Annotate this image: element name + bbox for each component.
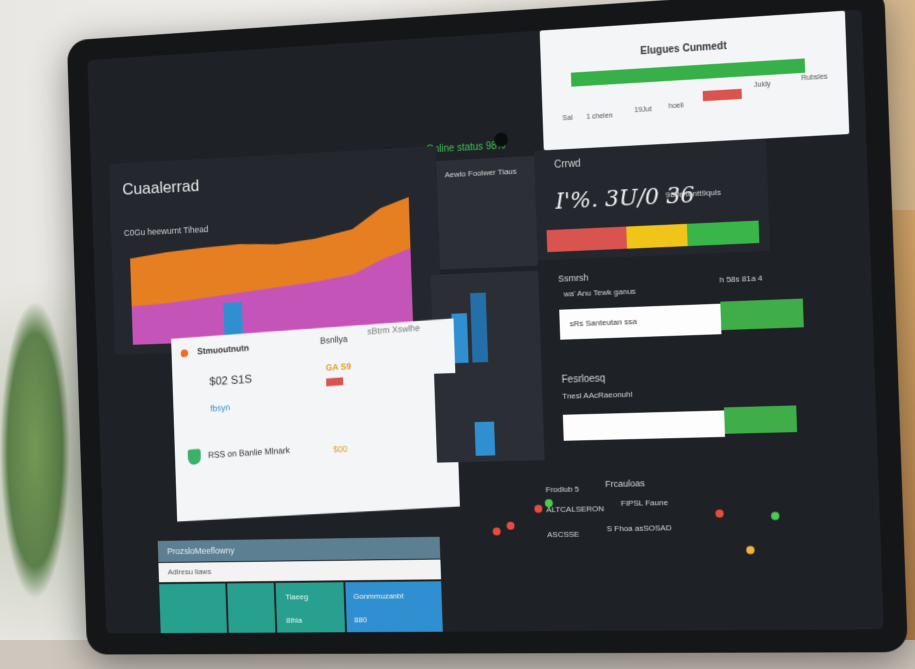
plant-decor xyxy=(0,300,70,600)
h58-label: h 58s 81a 4 xyxy=(719,273,763,285)
screen: Online status 98% Cuaalerrad C0Gu heewur… xyxy=(87,9,884,634)
scatter-point-3 xyxy=(545,499,553,508)
feature-label: Fesrloesq xyxy=(561,373,606,386)
scatter-point-5 xyxy=(770,511,780,521)
gauge-panel: Crrwd I'%. 3U/0 36 98ffe tentt9quls xyxy=(533,138,770,261)
summary-label-3: hoeli xyxy=(668,102,684,111)
row-card-text: sRs Santeutan ssa xyxy=(569,316,637,329)
row-card-fill xyxy=(720,298,804,331)
bottom-title-bar: ProzsloMeeflowny xyxy=(157,536,441,563)
bottom-white-label: Adlresu liaws xyxy=(167,567,212,577)
monitor: Online status 98% Cuaalerrad C0Gu heewur… xyxy=(66,0,908,655)
summary-alert-chip[interactable] xyxy=(702,88,742,102)
scatter-point-4 xyxy=(715,509,724,518)
ssmrsh-label: Ssmrsh xyxy=(557,272,589,284)
status-indicator: Online status 98% xyxy=(426,140,506,156)
tile-3-label: Gonmmuzanbt xyxy=(353,591,404,601)
list-card: Stmuoutnutn Bsnllya sBtrm Xswlhe $02 S1S… xyxy=(171,318,460,522)
mini-bar-2 xyxy=(474,421,496,456)
ganus-label: wa' Anu Tewk ganus xyxy=(563,286,636,299)
list-row2-label[interactable]: fbsyn xyxy=(210,402,230,413)
scatter-plot xyxy=(492,499,780,555)
feature-row[interactable] xyxy=(562,410,726,441)
list-item-value: $00 xyxy=(333,443,348,455)
bottom-white-row: Adlresu liaws xyxy=(158,559,442,583)
gauge-seg-yellow xyxy=(626,223,688,249)
list-item-label[interactable]: RSS on Banlie Mlnark xyxy=(208,445,290,460)
list-col-right: sBtrm Xswlhe xyxy=(367,322,421,337)
feature-fill xyxy=(723,405,798,434)
summary-label-5: Rubsles xyxy=(801,73,828,83)
summary-label-0: Sal xyxy=(562,114,573,123)
camera-icon xyxy=(493,132,509,147)
summary-label-1: 1 chelen xyxy=(586,112,613,121)
feature-sub: Tnesl AAcRaeonuhl xyxy=(562,389,633,401)
scatter-point-6 xyxy=(746,545,755,555)
bottom-bar-title: ProzsloMeeflowny xyxy=(167,545,235,557)
tile-2[interactable]: Tiaeeg 8ihia xyxy=(275,582,346,634)
tile-2-label: Tiaeeg xyxy=(285,592,309,602)
tile-3-value: 880 xyxy=(354,615,368,625)
list-header: Stmuoutnutn xyxy=(197,342,250,357)
area-chart xyxy=(128,196,414,345)
scatter-point-1 xyxy=(506,521,515,530)
tile-2-value: 8ihia xyxy=(286,615,303,625)
tile-0[interactable] xyxy=(159,583,228,634)
scatter-point-2 xyxy=(535,505,543,514)
tile-1[interactable] xyxy=(227,582,276,634)
bar-mini-panel-2 xyxy=(434,370,545,463)
gauge-seg-red xyxy=(546,226,628,253)
summary-card: Elugues Cunmedt Sal 1 chelen 19Jut hoeli… xyxy=(539,10,850,151)
list-col-label: Bsnllya xyxy=(319,333,348,346)
list-value-row: $02 S1S xyxy=(209,371,253,389)
page-title: Cuaalerrad xyxy=(122,176,200,199)
shield-icon xyxy=(187,448,202,466)
status-dot-icon xyxy=(180,349,189,358)
tile-3[interactable]: Gonmmuzanbt 880 xyxy=(345,581,444,634)
gauge-side-label: 98ffe tentt9quls xyxy=(665,187,722,200)
gauge-label: Crrwd xyxy=(554,158,581,171)
mini-bar-1 xyxy=(470,292,489,363)
summary-label-2: 19Jut xyxy=(634,106,652,115)
gauge-seg-green xyxy=(686,220,760,247)
summary-title: Elugues Cunmedt xyxy=(640,40,727,58)
summary-label-4: Juldy xyxy=(753,80,771,90)
row-card[interactable]: sRs Santeutan ssa xyxy=(559,303,722,340)
list-value-accent: GA S9 xyxy=(325,361,352,373)
list-red-chip[interactable] xyxy=(326,377,344,387)
scatter-point-0 xyxy=(492,527,501,536)
